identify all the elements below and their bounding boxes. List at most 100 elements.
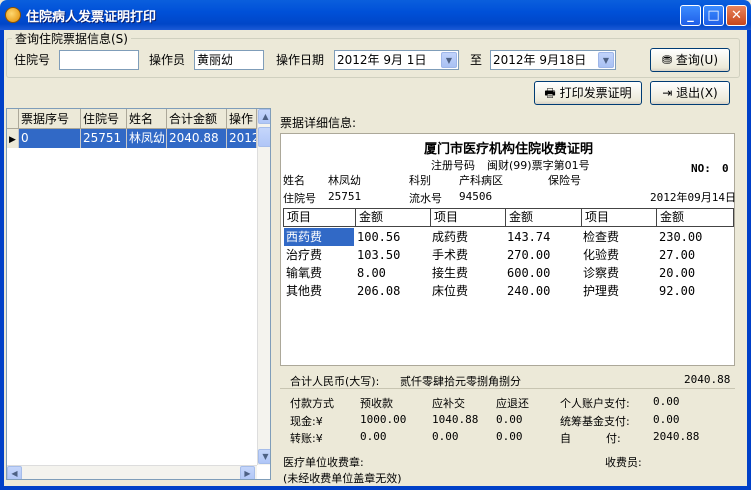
seal-note: (未经收费单位盖章无效) [283, 472, 402, 485]
cash-supplement: 1040.88 [432, 413, 479, 426]
fee-amount: 270.00 [507, 248, 551, 262]
inpatient-no-input[interactable] [59, 50, 139, 70]
fee-item: 手术费 [432, 248, 469, 262]
cell-op: 2012 [227, 129, 257, 148]
date-to-value: 2012年 9月18日 [493, 53, 587, 67]
date-label: 操作日期 [276, 53, 325, 67]
cash-refund: 0.00 [496, 413, 523, 426]
col-serial[interactable]: 票据序号 [19, 109, 81, 129]
fee-amount: 240.00 [507, 284, 551, 298]
receipt-title: 厦门市医疗机构住院收费证明 [423, 142, 593, 157]
col-inpatient-no[interactable]: 住院号 [81, 109, 127, 129]
exit-button[interactable]: ⇥ 退出(X) [650, 81, 730, 105]
total-label: 合计人民币(大写): [290, 375, 380, 388]
fee-amount: 8.00 [357, 266, 386, 280]
total-value: 2040.88 [684, 373, 731, 386]
fee-amount: 600.00 [507, 266, 551, 280]
collector-label: 收费员: [605, 456, 642, 469]
cell-name: 林凤幼 [127, 129, 167, 148]
scroll-down-icon[interactable]: ▼ [258, 449, 270, 464]
receipt-summary: 合计人民币(大写): 贰仟零肆拾元零捌角捌分 2040.88 付款方式 预收款 … [280, 368, 735, 448]
self-pay-label: 自 付: [560, 432, 621, 445]
serial-label: 流水号 [409, 192, 442, 205]
fee-item: 床位费 [432, 284, 469, 298]
row-marker-icon: ▶ [7, 129, 19, 148]
name-label: 姓名 [283, 174, 305, 187]
grid-indicator-header [7, 109, 19, 129]
th-item-1: 项目 [284, 209, 356, 226]
window-border-right [747, 30, 751, 490]
col-total[interactable]: 合计金额 [167, 109, 227, 129]
scroll-thumb[interactable] [258, 127, 270, 147]
col-op[interactable]: 操作 [227, 109, 257, 129]
window-border-left [0, 30, 4, 490]
reg-label: 注册号码 [431, 159, 475, 172]
fee-item: 检查费 [583, 230, 620, 244]
grid-header: 票据序号 住院号 姓名 合计金额 操作 [7, 109, 270, 129]
fee-item: 输氧费 [286, 266, 323, 280]
search-button[interactable]: ⛃ 查询(U) [650, 48, 730, 72]
transfer-refund: 0.00 [496, 430, 523, 443]
grid-vertical-scrollbar[interactable]: ▲ ▼ [257, 109, 270, 465]
search-button-label: 查询(U) [675, 53, 719, 67]
name-value: 林凤幼 [328, 174, 361, 187]
pool-value: 0.00 [653, 413, 680, 426]
fee-amount: 92.00 [659, 284, 696, 298]
exit-button-label: 退出(X) [676, 86, 718, 100]
date-to-dropdown-icon[interactable]: ▼ [598, 52, 614, 68]
inpatient-label: 住院号 [283, 192, 316, 205]
th-amount-2: 金额 [506, 209, 582, 226]
minimize-button[interactable]: _ [680, 5, 701, 26]
print-button[interactable]: 🖶 打印发票证明 [534, 81, 642, 105]
date-from-dropdown-icon[interactable]: ▼ [441, 52, 457, 68]
fee-item: 接生费 [432, 266, 469, 280]
fee-item: 化验费 [583, 248, 620, 262]
prepaid-label: 预收款 [360, 397, 393, 410]
fee-amount: 27.00 [659, 248, 696, 262]
personal-label: 个人账户支付: [560, 397, 630, 410]
receipt-panel: 厦门市医疗机构住院收费证明 注册号码 闽财(99)票字第01号 NO: 0 姓名… [280, 133, 736, 366]
app-icon [5, 7, 21, 23]
scroll-up-icon[interactable]: ▲ [258, 109, 270, 124]
th-item-3: 项目 [582, 209, 657, 226]
transfer-supplement: 0.00 [432, 430, 459, 443]
seal-label: 医疗单位收费章: [283, 456, 364, 469]
binoculars-icon: ⛃ [661, 53, 673, 67]
fee-amount: 20.00 [659, 266, 696, 280]
transfer-prepaid: 0.00 [360, 430, 387, 443]
window-border-bottom [0, 486, 751, 490]
fee-amount: 206.08 [357, 284, 401, 298]
to-label: 至 [470, 53, 483, 67]
maximize-button[interactable]: □ [703, 5, 724, 26]
self-pay-value: 2040.88 [653, 430, 700, 443]
th-item-2: 项目 [431, 209, 506, 226]
inpatient-value: 25751 [328, 190, 362, 203]
col-name[interactable]: 姓名 [127, 109, 167, 129]
supplement-label: 应补交 [432, 397, 465, 410]
th-amount-3: 金额 [660, 210, 685, 224]
receipt-date: 2012年09月14日 [650, 191, 736, 204]
serial-value: 94506 [459, 190, 493, 203]
cell-inpatient-no: 25751 [81, 129, 127, 148]
exit-door-icon: ⇥ [662, 86, 673, 100]
fee-item: 成药费 [432, 230, 469, 244]
refund-label: 应退还 [496, 397, 529, 410]
fee-amount: 100.56 [357, 230, 401, 244]
cell-serial: 0 [19, 129, 81, 148]
cash-label: 现金:¥ [290, 415, 323, 428]
fee-amount: 230.00 [659, 230, 703, 244]
detail-label: 票据详细信息: [280, 116, 357, 130]
reg-value: 闽财(99)票字第01号 [487, 159, 590, 172]
grid-horizontal-scrollbar[interactable]: ◀ ▶ [7, 465, 257, 479]
table-row[interactable]: ▶ 0 25751 林凤幼 2040.88 2012 [7, 129, 270, 148]
operator-input[interactable]: 黄丽幼 [194, 50, 264, 70]
invoice-grid[interactable]: 票据序号 住院号 姓名 合计金额 操作 ▶ 0 25751 林凤幼 2040.8… [6, 108, 271, 480]
insurance-label: 保险号 [548, 174, 581, 187]
fee-table-header: 项目 金额 项目 金额 项目 金额 [283, 208, 734, 227]
scroll-left-icon[interactable]: ◀ [7, 466, 22, 479]
scroll-right-icon[interactable]: ▶ [240, 466, 255, 479]
close-button[interactable]: ✕ [726, 5, 747, 26]
date-from-value: 2012年 9月 1日 [337, 53, 427, 67]
cell-total: 2040.88 [167, 129, 227, 148]
fee-item[interactable]: 西药费 [284, 228, 354, 246]
